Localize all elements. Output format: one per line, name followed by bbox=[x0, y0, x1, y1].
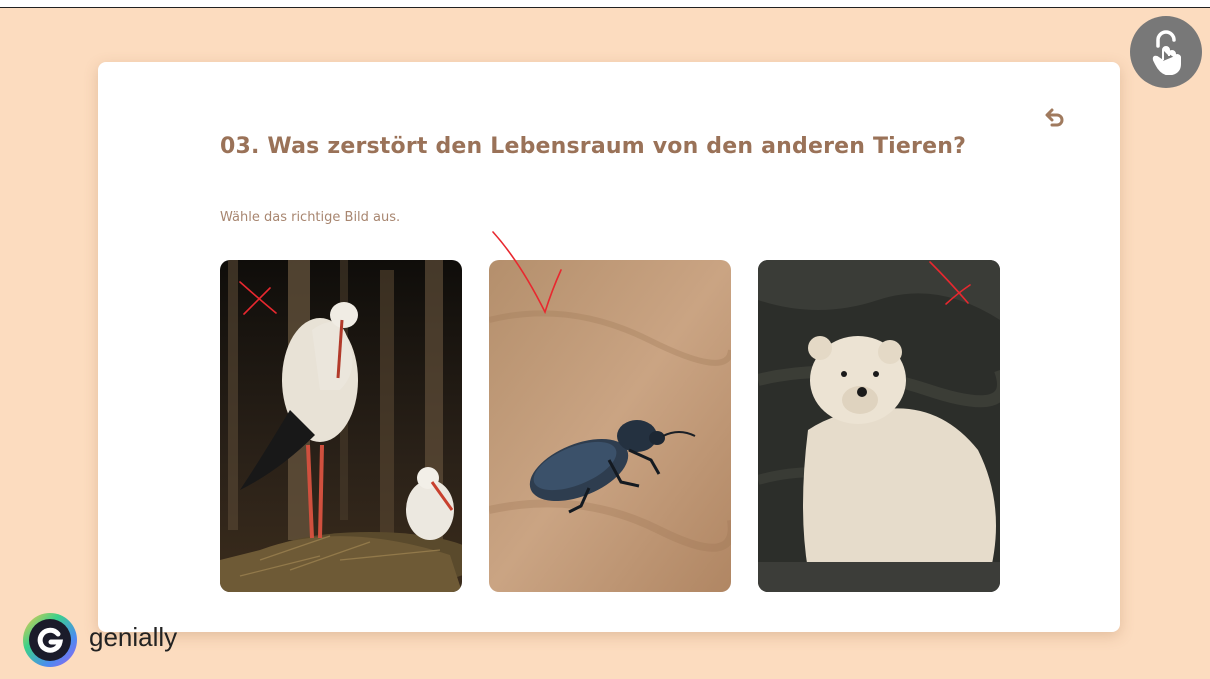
lock-hand-icon bbox=[1152, 30, 1181, 75]
genially-logo-icon bbox=[23, 613, 77, 667]
beetle-image bbox=[489, 260, 731, 592]
polar-bear-image bbox=[758, 260, 1000, 592]
undo-button[interactable] bbox=[1043, 105, 1069, 131]
question-instruction: Wähle das richtige Bild aus. bbox=[220, 210, 401, 225]
stork-image bbox=[220, 260, 462, 592]
genially-wordmark: genially bbox=[89, 622, 178, 652]
lock-interaction-button[interactable] bbox=[1130, 16, 1202, 88]
answer-option-beetle[interactable] bbox=[489, 260, 731, 592]
question-title: 03. Was zerstört den Lebensraum von den … bbox=[220, 134, 967, 159]
answer-option-polar-bear[interactable] bbox=[758, 260, 1000, 592]
top-window-border bbox=[0, 0, 1210, 8]
undo-icon bbox=[1045, 108, 1064, 127]
answer-option-stork[interactable] bbox=[220, 260, 462, 592]
